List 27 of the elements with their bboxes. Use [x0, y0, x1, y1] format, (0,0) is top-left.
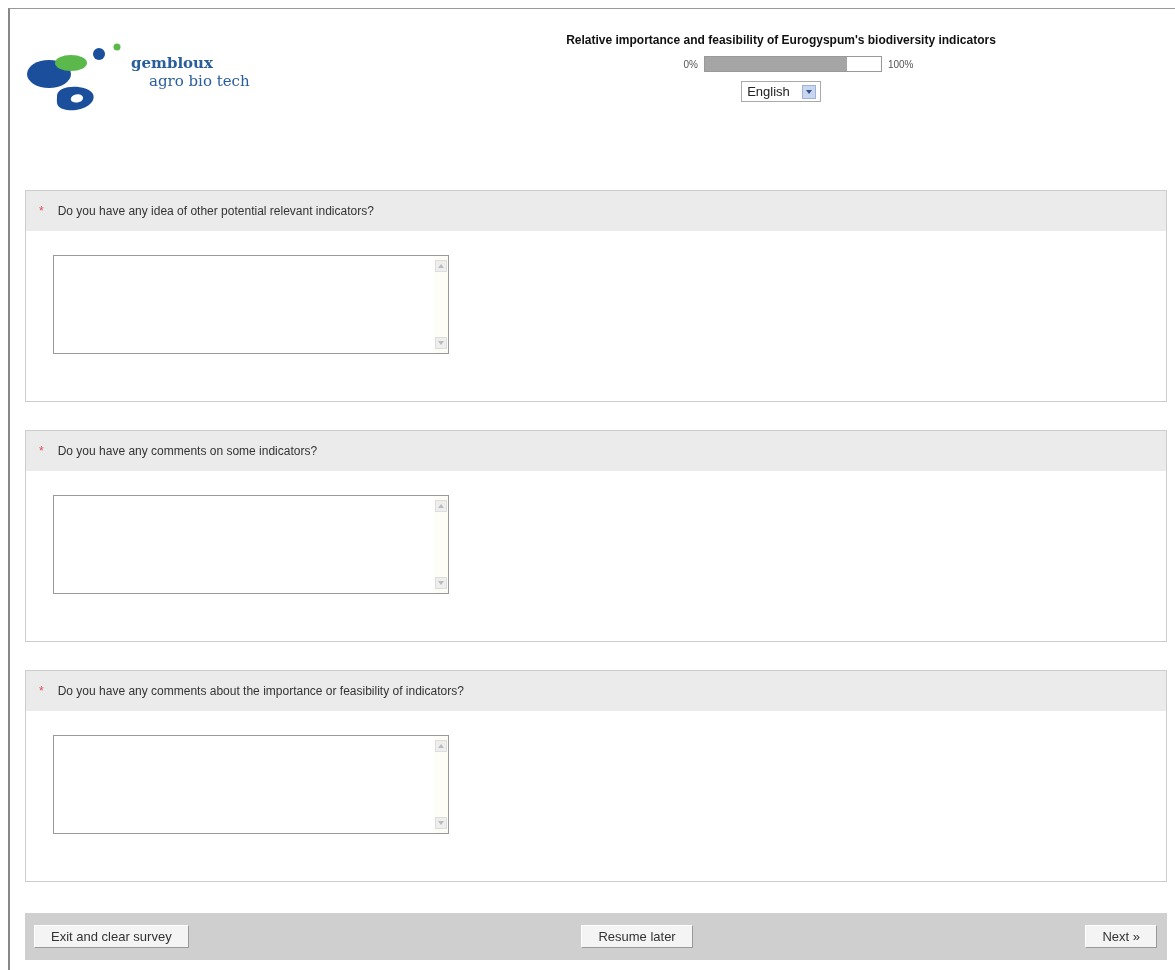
required-mark: *: [39, 444, 44, 458]
question-text: Do you have any comments about the importance or feasibility of indicators?: [57, 684, 464, 698]
scrollbar[interactable]: [434, 736, 448, 833]
question-text: Do you have any comments on some indicators?: [57, 444, 318, 458]
nav-button[interactable]: Exit and clear survey: [34, 925, 189, 948]
scroll-down-icon: [435, 817, 447, 829]
progress-min-label: 0%: [683, 58, 698, 70]
required-mark: *: [39, 684, 44, 698]
nav-button[interactable]: Next »: [1085, 925, 1157, 948]
question-text: Do you have any idea of other potential relevant indicators?: [57, 204, 374, 218]
logo-tagline: agro bio tech: [149, 72, 250, 90]
scroll-up-icon: [435, 260, 447, 272]
scrollbar[interactable]: [434, 496, 448, 593]
scroll-up-icon: [435, 500, 447, 512]
logo-name: gembloux: [131, 54, 214, 72]
scroll-down-icon: [435, 577, 447, 589]
answer-box[interactable]: [53, 495, 449, 594]
scroll-up-icon: [435, 740, 447, 752]
required-mark: *: [39, 204, 44, 218]
scrollbar[interactable]: [434, 256, 448, 353]
progress-max-label: 100%: [887, 58, 914, 70]
language-select[interactable]: English: [741, 81, 821, 102]
answer-box[interactable]: [53, 735, 449, 834]
nav-button[interactable]: Resume later: [581, 925, 693, 948]
survey-title: Relative importance and feasibility of Eurogyspum's biodiversity indicators: [566, 33, 996, 47]
answer-box[interactable]: [53, 255, 449, 354]
scroll-down-icon: [435, 337, 447, 349]
